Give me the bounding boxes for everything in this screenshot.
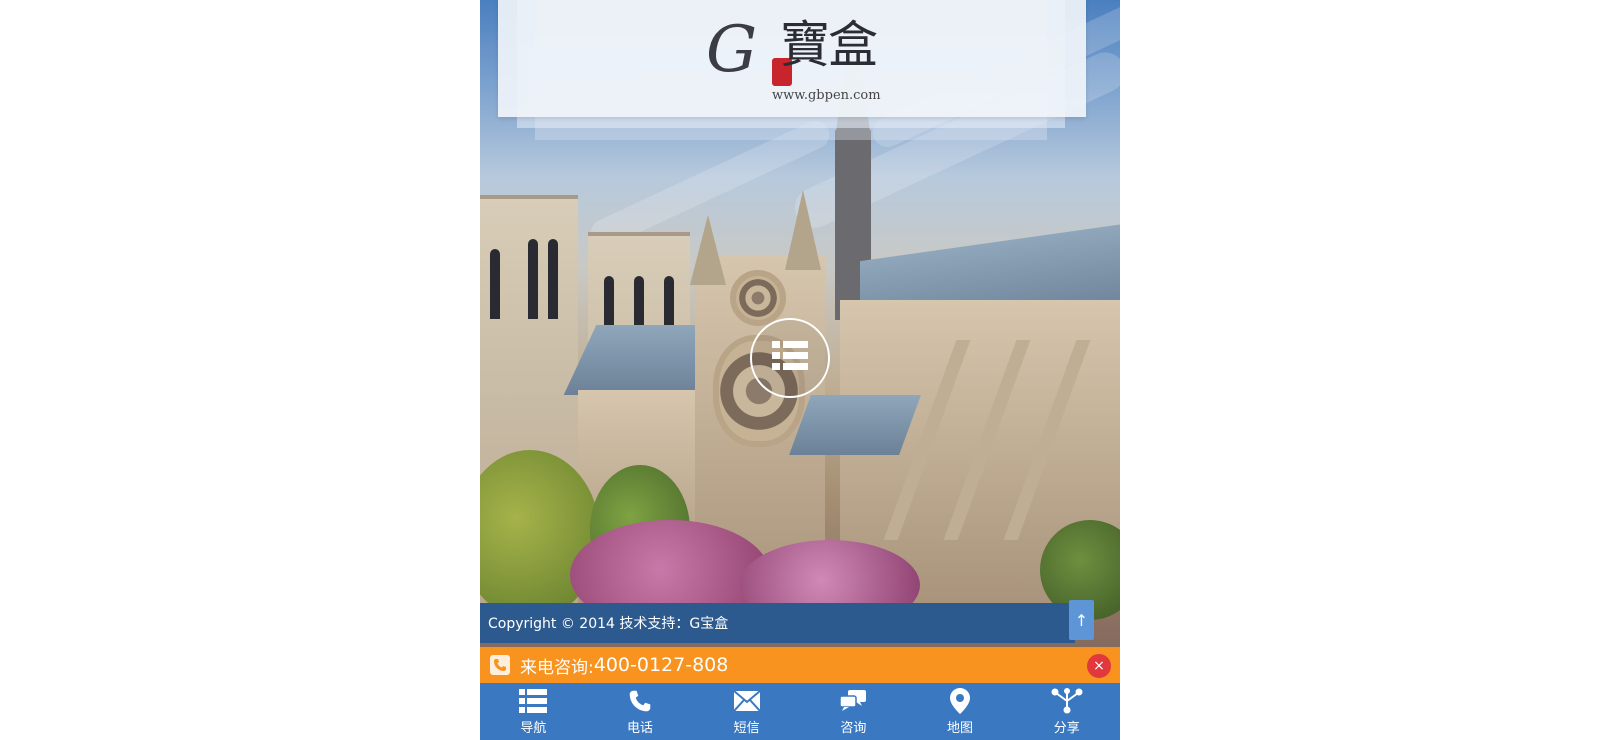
nav-label: 电话 [627,721,654,736]
nav-label: 短信 [733,721,760,736]
nav-label: 地图 [947,721,974,736]
close-button[interactable]: × [1087,654,1111,678]
logo-url: www.gbpen.com [772,88,881,103]
nav-item-sms[interactable]: 短信 [693,683,800,740]
bottom-nav: 导航 电话 短信 咨询 地图 分享 [480,683,1120,740]
list-icon [519,687,548,715]
menu-button[interactable] [750,318,830,398]
logo-text: 寶盒 [780,16,878,74]
nav-item-consult[interactable]: 咨询 [800,683,907,740]
nav-item-phone[interactable]: 电话 [587,683,694,740]
call-number[interactable]: 400-0127-808 [594,654,729,676]
call-label: 来电咨询: [520,657,594,678]
phone-icon [628,687,652,715]
nav-item-navigation[interactable]: 导航 [480,683,587,740]
phone-icon [490,655,510,675]
nav-label: 咨询 [840,721,867,736]
list-icon [772,341,808,375]
arrow-up-icon: ↑ [1074,610,1089,630]
mobile-page: G 寶盒 www.gbpen.com Copyright © 2014 技术支持… [480,0,1120,740]
back-to-top-button[interactable]: ↑ [1069,600,1094,640]
copyright-bar: Copyright © 2014 技术支持：G宝盒 [480,603,1075,643]
nav-item-map[interactable]: 地图 [907,683,1014,740]
logo-mark: G [706,13,758,87]
nav-label: 分享 [1053,721,1080,736]
nav-item-share[interactable]: 分享 [1013,683,1120,740]
envelope-icon [733,687,760,715]
logo-card: G 寶盒 www.gbpen.com [498,0,1086,117]
nav-label: 导航 [520,721,547,736]
copyright-text: Copyright © 2014 技术支持：G宝盒 [488,616,729,632]
logo[interactable]: G 寶盒 www.gbpen.com [706,13,881,106]
map-pin-icon [950,687,971,715]
chat-icon [840,687,867,715]
share-icon [1051,687,1083,715]
call-bar[interactable]: 来电咨询: 400-0127-808 × [480,647,1120,683]
